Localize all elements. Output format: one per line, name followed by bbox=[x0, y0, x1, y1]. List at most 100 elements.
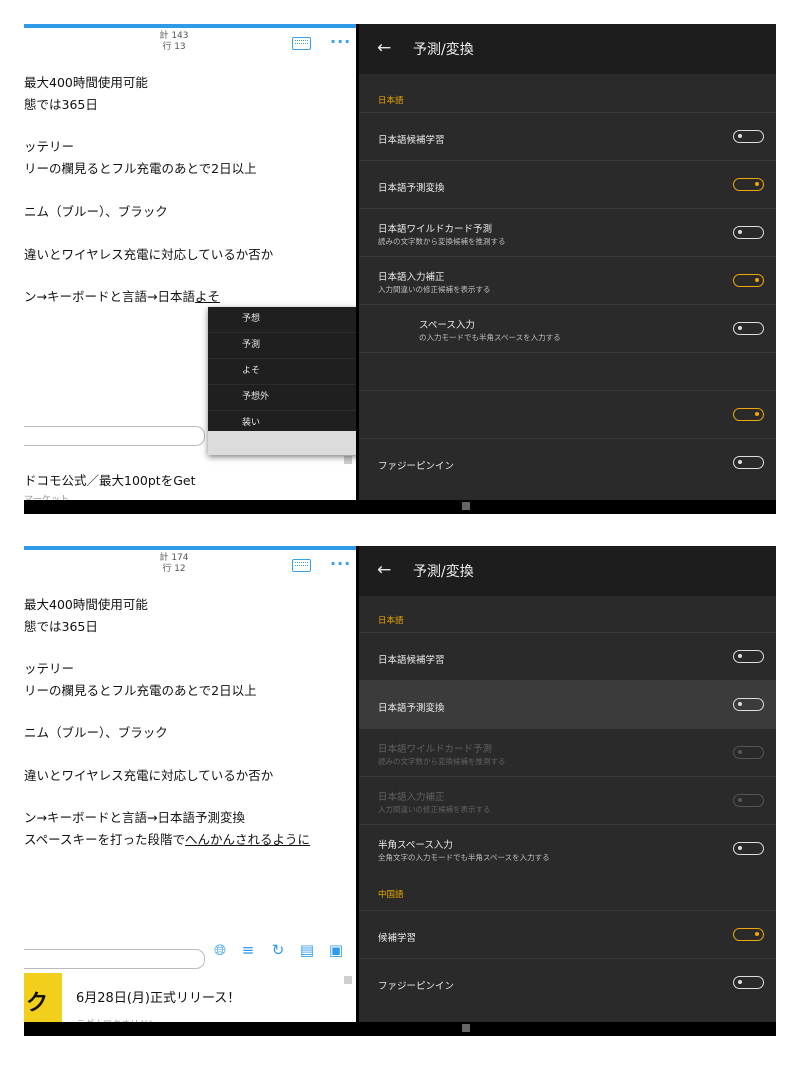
setting-title: 日本語入力補正 bbox=[378, 792, 445, 803]
toggle-switch[interactable] bbox=[733, 976, 764, 989]
text-line[interactable]: ッテリー bbox=[24, 136, 74, 155]
settings-header: ← 予測/変換 bbox=[359, 24, 776, 74]
setting-title: 日本語予測変換 bbox=[378, 703, 445, 714]
toggle-switch[interactable] bbox=[733, 130, 764, 143]
toggle-switch[interactable] bbox=[733, 928, 764, 941]
text-line[interactable]: 最大400時間使用可能 bbox=[24, 594, 148, 613]
setting-row[interactable]: 日本語候補学習 bbox=[359, 112, 776, 160]
globe-icon[interactable]: 🌐︎ bbox=[212, 941, 228, 959]
more-options-icon[interactable]: ··· bbox=[330, 554, 351, 573]
text-line[interactable]: 最大400時間使用可能 bbox=[24, 72, 148, 91]
back-arrow-icon[interactable]: ← bbox=[377, 560, 391, 580]
system-nav-bar bbox=[24, 500, 776, 514]
settings-pane: ← 予測/変換 日本語 日本語候補学習 日本語予測変換 日本語ワイルドカード予測… bbox=[359, 546, 776, 1036]
text-line-body: スペースキーを打った段階で bbox=[24, 832, 186, 847]
toggle-switch[interactable] bbox=[733, 322, 764, 335]
text-line-body: ン→キーボードと言語→日本語 bbox=[24, 289, 195, 304]
more-options-icon[interactable]: ··· bbox=[330, 32, 351, 51]
text-line[interactable]: 違いとワイヤレス充電に対応しているか否か bbox=[24, 765, 273, 784]
setting-description: 読みの文字数から変換候補を推測する bbox=[378, 237, 506, 246]
toggle-switch bbox=[733, 746, 764, 759]
sync-icon[interactable]: ↻ bbox=[270, 941, 286, 959]
setting-title: 日本語候補学習 bbox=[378, 135, 445, 146]
settings-pane: ← 予測/変換 日本語 日本語候補学習 日本語予測変換 日本語ワイルドカード予測… bbox=[359, 24, 776, 514]
keyboard-save-icon[interactable]: ▣ bbox=[328, 941, 344, 959]
toggle-switch[interactable] bbox=[733, 698, 764, 711]
system-nav-bar bbox=[24, 1022, 776, 1036]
setting-title: 日本語予測変換 bbox=[378, 183, 445, 194]
setting-title: 日本語ワイルドカード予測 bbox=[378, 744, 493, 755]
setting-row[interactable]: ファジーピンイン bbox=[359, 438, 776, 486]
text-line[interactable]: スペースキーを打った段階でへんかんされるように bbox=[24, 829, 310, 848]
setting-description: の入力モードでも半角スペースを入力する bbox=[419, 333, 561, 342]
setting-row[interactable]: 日本語候補学習 bbox=[359, 632, 776, 680]
setting-row[interactable]: ファジーピンイン bbox=[359, 958, 776, 1006]
screenshot-before: 計 143 行 13 ··· 最大400時間使用可能 態では365日 ッテリー … bbox=[24, 24, 776, 514]
settings-header: ← 予測/変換 bbox=[359, 546, 776, 596]
text-line[interactable]: ッテリー bbox=[24, 658, 74, 677]
toggle-switch[interactable] bbox=[733, 274, 764, 287]
setting-row[interactable]: 日本語予測変換 bbox=[359, 160, 776, 208]
toggle-switch[interactable] bbox=[733, 842, 764, 855]
toggle-switch[interactable] bbox=[733, 456, 764, 469]
page-title: 予測/変換 bbox=[413, 564, 474, 580]
text-line[interactable]: リーの欄見るとフル充電のあとで2日以上 bbox=[24, 158, 257, 177]
text-line[interactable]: ニム（ブルー）、ブラック bbox=[24, 201, 168, 220]
setting-row[interactable]: 日本語入力補正 入力間違いの修正候補を表示する bbox=[359, 256, 776, 304]
setting-row[interactable]: 日本語ワイルドカード予測 読みの文字数から変換候補を推測する bbox=[359, 208, 776, 256]
section-header: 日本語 bbox=[378, 96, 404, 106]
setting-title: スペース入力 bbox=[419, 320, 475, 331]
toggle-switch[interactable] bbox=[733, 650, 764, 663]
char-line-counter: 計 174 行 12 bbox=[114, 553, 234, 575]
ad-info-icon[interactable] bbox=[344, 976, 352, 984]
editor-progress-bar bbox=[24, 546, 356, 550]
ad-info-icon[interactable] bbox=[344, 456, 352, 464]
text-line[interactable]: ニム（ブルー）、ブラック bbox=[24, 722, 168, 741]
setting-title: ファジーピンイン bbox=[378, 981, 455, 992]
clipboard-icon[interactable]: ▤ bbox=[299, 941, 315, 959]
setting-row[interactable]: 日本語予測変換 bbox=[359, 680, 776, 728]
toggle-switch bbox=[733, 794, 764, 807]
setting-row[interactable]: 半角スペース入力 全角文字の入力モードでも半角スペースを入力する bbox=[359, 824, 776, 872]
text-line[interactable]: 態では365日 bbox=[24, 94, 98, 113]
setting-title: 半角スペース入力 bbox=[378, 840, 453, 851]
search-input[interactable] bbox=[24, 949, 205, 969]
ad-title[interactable]: 6月28日(月)正式リリース！ bbox=[76, 987, 240, 1006]
setting-row: 日本語ワイルドカード予測 読みの文字数から変換候補を推測する bbox=[359, 728, 776, 776]
setting-title: ファジーピンイン bbox=[378, 461, 455, 472]
text-line[interactable]: ン→キーボードと言語→日本語予測変換 bbox=[24, 807, 245, 826]
composing-text: へんかんされるように bbox=[185, 832, 311, 847]
editor-progress-bar bbox=[24, 24, 356, 28]
toggle-switch[interactable] bbox=[733, 226, 764, 239]
setting-title: 日本語入力補正 bbox=[378, 272, 445, 283]
ad-title[interactable]: ドコモ公式／最大100ptをGet bbox=[24, 470, 195, 489]
setting-row[interactable]: スペース入力 の入力モードでも半角スペースを入力する bbox=[359, 304, 776, 352]
section-header: 日本語 bbox=[378, 616, 404, 626]
section-header: 中国語 bbox=[378, 890, 404, 900]
setting-description: 入力間違いの修正候補を表示する bbox=[378, 285, 491, 294]
keyboard-icon[interactable] bbox=[292, 37, 311, 50]
setting-row[interactable]: 候補学習 bbox=[359, 910, 776, 958]
recents-icon[interactable] bbox=[462, 1024, 470, 1032]
toggle-switch[interactable] bbox=[733, 178, 764, 191]
back-arrow-icon[interactable]: ← bbox=[377, 38, 391, 58]
text-editor-pane: 計 174 行 12 ··· 最大400時間使用可能 態では365日 ッテリー … bbox=[24, 546, 356, 1036]
keyboard-icon[interactable] bbox=[292, 559, 311, 572]
recents-icon[interactable] bbox=[462, 502, 470, 510]
toggle-switch[interactable] bbox=[733, 408, 764, 421]
setting-title: 日本語ワイルドカード予測 bbox=[378, 224, 493, 235]
char-count: 計 143 bbox=[159, 31, 189, 41]
database-icon[interactable]: ≡ bbox=[240, 941, 256, 959]
search-input[interactable] bbox=[24, 426, 205, 446]
setting-row[interactable] bbox=[359, 390, 776, 438]
ad-thumbnail[interactable]: ク bbox=[24, 973, 62, 1025]
text-line[interactable]: リーの欄見るとフル充電のあとで2日以上 bbox=[24, 680, 257, 699]
text-line[interactable]: 態では365日 bbox=[24, 616, 98, 635]
line-count: 行 13 bbox=[162, 42, 186, 52]
ad-thumb-char: ク bbox=[26, 991, 49, 1016]
text-line[interactable]: 違いとワイヤレス充電に対応しているか否か bbox=[24, 244, 273, 263]
text-line[interactable]: ン→キーボードと言語→日本語よそ bbox=[24, 286, 220, 305]
page-title: 予測/変換 bbox=[413, 42, 474, 58]
setting-title: 候補学習 bbox=[378, 933, 417, 944]
char-line-counter: 計 143 行 13 bbox=[114, 31, 234, 53]
